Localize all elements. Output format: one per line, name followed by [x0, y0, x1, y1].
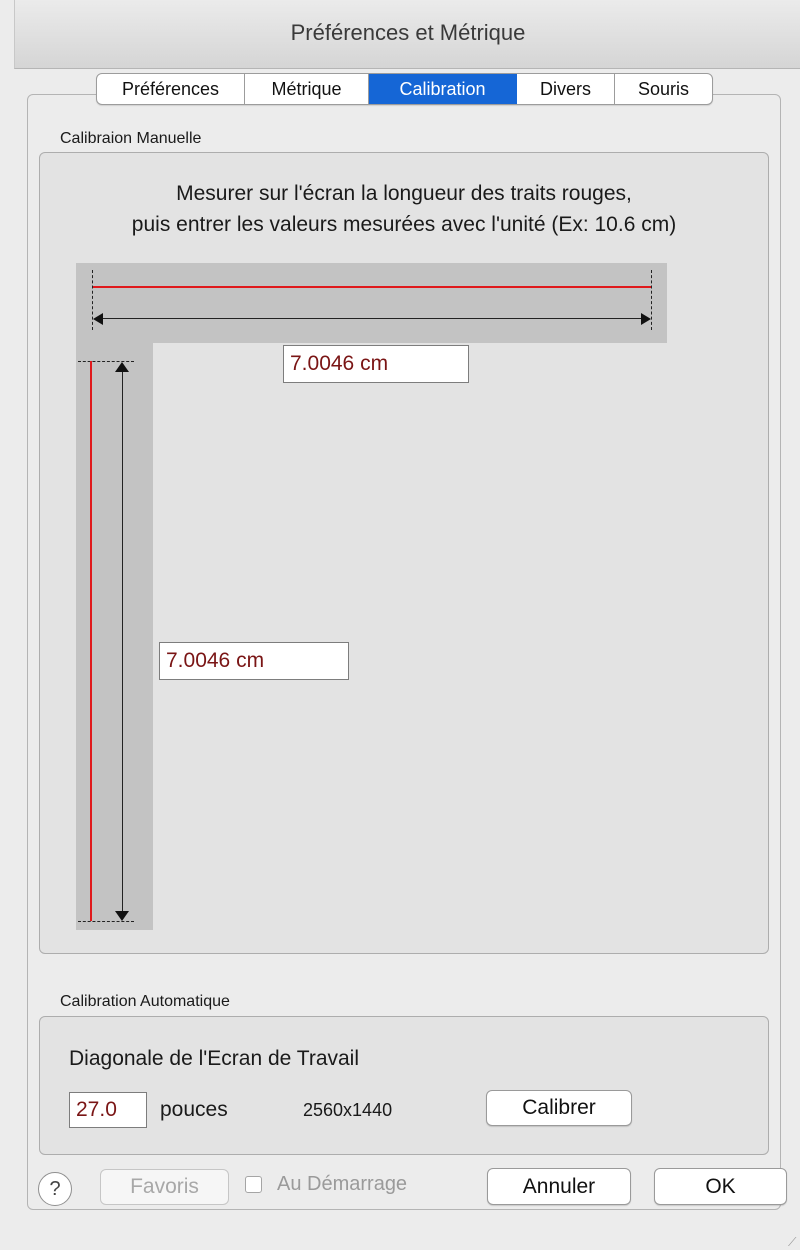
diagonal-label: Diagonale de l'Ecran de Travail	[69, 1047, 360, 1070]
vertical-end-guide	[78, 921, 134, 922]
manual-calibration-label: Calibraion Manuelle	[60, 130, 202, 147]
arrow-down-icon	[115, 911, 129, 921]
diagonal-unit-label: pouces	[160, 1098, 228, 1121]
horizontal-ruler-area	[76, 263, 667, 343]
automatic-calibration-label: Calibration Automatique	[60, 993, 230, 1010]
vertical-dimension-line	[122, 370, 123, 912]
horizontal-length-input[interactable]: 7.0046 cm	[283, 345, 469, 383]
diagonal-input[interactable]: 27.0	[69, 1092, 147, 1128]
vertical-ruler-area	[76, 343, 153, 930]
resize-grip-icon[interactable]: ⟋	[788, 1235, 796, 1250]
horizontal-end-guide	[651, 270, 652, 330]
window-title: Préférences et Métrique	[290, 20, 526, 45]
startup-checkbox-label[interactable]: Au Démarrage	[277, 1173, 407, 1196]
vertical-red-line	[90, 361, 92, 921]
arrow-left-icon	[93, 313, 103, 325]
tab-preferences[interactable]: Préférences	[97, 74, 245, 104]
startup-checkbox[interactable]	[245, 1176, 262, 1193]
screen-resolution: 2560x1440	[303, 1100, 393, 1120]
automatic-calibration-group	[39, 1016, 769, 1155]
window-titlebar: Préférences et Métrique	[14, 0, 800, 69]
tab-metrique[interactable]: Métrique	[245, 74, 369, 104]
instruction-line-2: puis entrer les valeurs mesurées avec l'…	[131, 213, 677, 236]
horizontal-dimension-line	[102, 318, 641, 319]
instruction-line-1: Mesurer sur l'écran la longueur des trai…	[176, 182, 632, 205]
tab-souris[interactable]: Souris	[615, 74, 712, 104]
help-button[interactable]: ?	[38, 1172, 72, 1206]
horizontal-red-line	[93, 286, 651, 288]
arrow-up-icon	[115, 362, 129, 372]
tab-calibration[interactable]: Calibration	[369, 74, 517, 104]
calibrate-button[interactable]: Calibrer	[486, 1090, 632, 1126]
tab-divers[interactable]: Divers	[517, 74, 615, 104]
favorites-button[interactable]: Favoris	[100, 1169, 229, 1205]
ok-button[interactable]: OK	[654, 1168, 787, 1205]
vertical-length-input[interactable]: 7.0046 cm	[159, 642, 349, 680]
arrow-right-icon	[641, 313, 651, 325]
tab-bar: Préférences Métrique Calibration Divers …	[96, 73, 713, 105]
cancel-button[interactable]: Annuler	[487, 1168, 631, 1205]
